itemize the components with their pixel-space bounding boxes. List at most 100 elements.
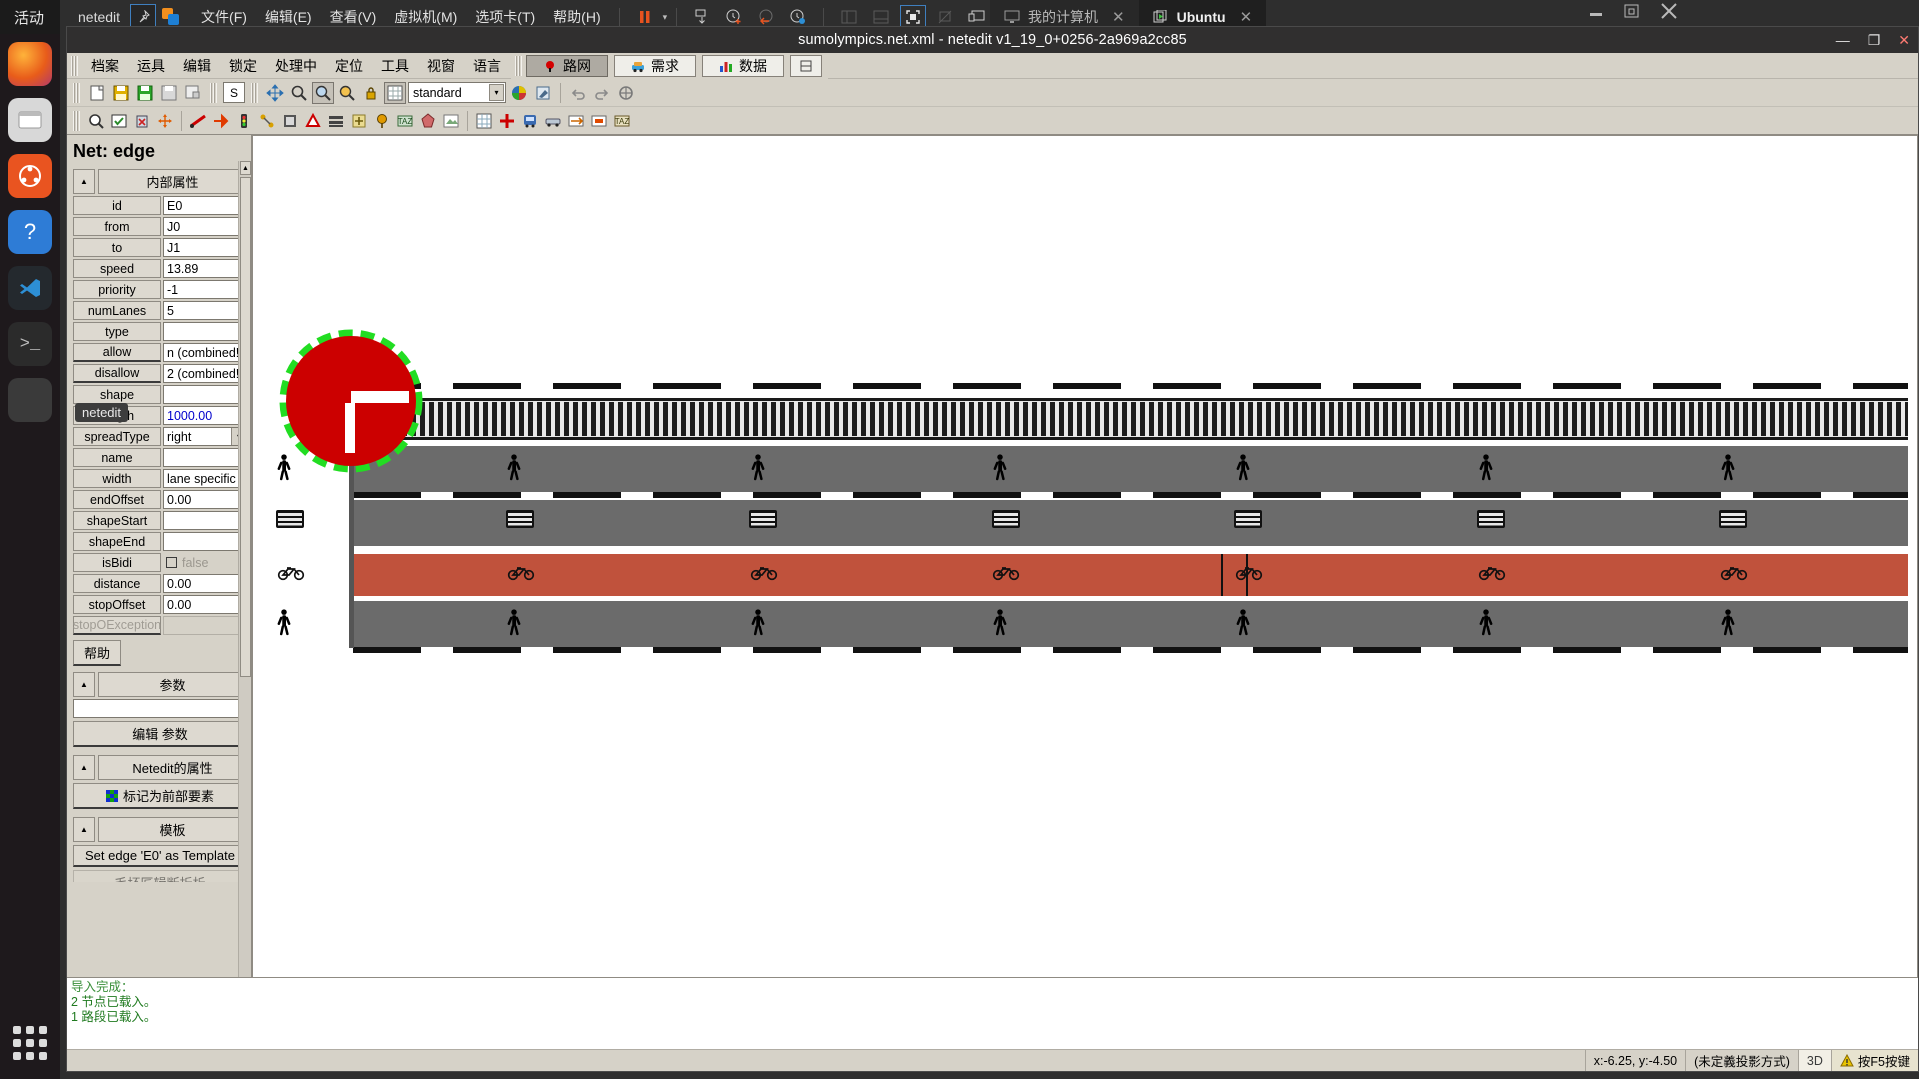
params-group-header[interactable]: ▲ 参数: [73, 672, 247, 697]
vmware-window-buttons[interactable]: [1587, 2, 1679, 20]
grid-icon[interactable]: [384, 81, 406, 104]
close-icon[interactable]: ✕: [1112, 8, 1125, 26]
attr-row-name[interactable]: name: [73, 448, 247, 467]
edit-params-button[interactable]: 编辑 参数: [73, 721, 247, 747]
toolbar-grip[interactable]: [251, 82, 258, 103]
menu-window[interactable]: 视窗: [418, 54, 464, 78]
attr-value-input[interactable]: n (combined!): [163, 343, 247, 362]
set-template-button[interactable]: Set edge 'E0' as Template: [73, 845, 247, 867]
attr-value-input[interactable]: 0.00: [163, 490, 247, 509]
view-scheme-combo[interactable]: standard ▾: [408, 82, 506, 103]
toolbar-grip[interactable]: [73, 110, 80, 131]
traffic-light-icon[interactable]: [233, 110, 255, 132]
menu-vehicle[interactable]: 运具: [128, 54, 174, 78]
poi-icon[interactable]: [371, 110, 393, 132]
dock-item-vscode[interactable]: [8, 266, 52, 310]
minimize-icon[interactable]: [1587, 3, 1605, 19]
vehicle-icon[interactable]: [542, 110, 564, 132]
select-icon[interactable]: [108, 110, 130, 132]
attr-value-input[interactable]: 2 (combined!): [163, 364, 247, 383]
menu-edit[interactable]: 编辑: [174, 54, 220, 78]
grid-toggle-icon[interactable]: [473, 110, 495, 132]
attr-row-id[interactable]: id E0: [73, 196, 247, 215]
dock-item-files[interactable]: [8, 98, 52, 142]
attr-row-from[interactable]: from J0: [73, 217, 247, 236]
compute-icon[interactable]: [615, 82, 637, 104]
collapse-icon[interactable]: ▲: [73, 755, 95, 780]
netedit-window-buttons[interactable]: — ❐ ✕: [1836, 27, 1910, 53]
attr-row-speed[interactable]: speed 13.89: [73, 259, 247, 278]
attr-value-checkbox[interactable]: false: [163, 553, 247, 572]
scroll-up-icon[interactable]: ▲: [240, 161, 251, 175]
decal-icon[interactable]: [440, 110, 462, 132]
new-icon[interactable]: [86, 82, 108, 104]
attr-value-input[interactable]: 0.00: [163, 595, 247, 614]
attr-value-input[interactable]: 1000.00: [163, 406, 247, 425]
public-transport-icon[interactable]: [519, 110, 541, 132]
shape-icon[interactable]: [417, 110, 439, 132]
scrollbar-thumb[interactable]: [240, 177, 251, 677]
help-button[interactable]: 帮助: [73, 640, 122, 666]
toolbar-grip[interactable]: [71, 55, 78, 76]
gnome-dock[interactable]: ? >_: [0, 34, 60, 1079]
junction-icon[interactable]: [496, 110, 518, 132]
collapse-icon[interactable]: ▲: [73, 169, 95, 194]
lane-bicycle[interactable]: [277, 554, 1913, 596]
menu-tools[interactable]: 工具: [372, 54, 418, 78]
attr-row-width[interactable]: width lane specific: [73, 469, 247, 488]
attr-row-type[interactable]: type: [73, 322, 247, 341]
taz2-icon[interactable]: TAZ: [611, 110, 633, 132]
params-input[interactable]: [73, 699, 247, 718]
attr-value-input[interactable]: [163, 322, 247, 341]
vmware-menu-vm[interactable]: 虚拟机(M): [385, 7, 466, 27]
maximize-button[interactable]: ❐: [1868, 32, 1881, 49]
dock-item-software[interactable]: [8, 154, 52, 198]
attr-value-input[interactable]: 5: [163, 301, 247, 320]
vmware-menu-view[interactable]: 查看(V): [321, 7, 386, 27]
attr-value-input[interactable]: [163, 448, 247, 467]
message-log[interactable]: 导入完成： 2 节点已载入。 1 路段已载入。: [67, 977, 1918, 1049]
attr-allow-button[interactable]: allow: [73, 343, 161, 362]
attr-row-spreadtype[interactable]: spreadType right ▾: [73, 427, 247, 446]
panel-scrollbar[interactable]: ▲ ▼: [238, 161, 251, 1071]
menu-processing[interactable]: 处理中: [266, 54, 326, 78]
zoom-extent-icon[interactable]: [336, 82, 358, 104]
scale-text-button[interactable]: S: [223, 82, 245, 103]
restore-icon[interactable]: [1623, 3, 1641, 19]
attr-value-input[interactable]: J1: [163, 238, 247, 257]
move-mode-icon[interactable]: [154, 110, 176, 132]
network-drawing[interactable]: [253, 136, 1913, 876]
attr-value-input[interactable]: [163, 532, 247, 551]
close-button[interactable]: ✕: [1898, 32, 1910, 49]
save-template-icon[interactable]: [182, 82, 204, 104]
network-canvas[interactable]: 0 10m: [253, 136, 1917, 1070]
dock-item-firefox[interactable]: [8, 42, 52, 86]
attr-value-input[interactable]: -1: [163, 280, 247, 299]
attr-value-combo[interactable]: right ▾: [163, 427, 247, 446]
prohibition-icon[interactable]: [279, 110, 301, 132]
toolbar-grip[interactable]: [515, 56, 522, 76]
attr-value-input[interactable]: [163, 385, 247, 404]
supermode-demand[interactable]: 需求: [614, 55, 696, 77]
recolor-icon[interactable]: [532, 82, 554, 104]
toolbar-grip[interactable]: [73, 82, 80, 103]
activities-button[interactable]: 活动: [0, 7, 58, 28]
attr-row-shapeend[interactable]: shapeEnd: [73, 532, 247, 551]
dock-item-help[interactable]: ?: [8, 210, 52, 254]
attr-row-to[interactable]: to J1: [73, 238, 247, 257]
lane-bus[interactable]: [276, 500, 1913, 546]
close-icon[interactable]: ✕: [1240, 8, 1253, 26]
internal-attrs-group-header[interactable]: ▲ 内部属性: [73, 169, 247, 194]
attr-value-input[interactable]: E0: [163, 196, 247, 215]
attr-value-input[interactable]: [163, 511, 247, 530]
attr-row-numlanes[interactable]: numLanes 5: [73, 301, 247, 320]
attr-disallow-button[interactable]: disallow: [73, 364, 161, 383]
connection-icon[interactable]: [256, 110, 278, 132]
menu-file[interactable]: 档案: [82, 54, 128, 78]
attr-value-input[interactable]: 13.89: [163, 259, 247, 278]
vmware-menu-help[interactable]: 帮助(H): [544, 7, 609, 27]
lane-rail[interactable]: [353, 383, 1913, 440]
route-icon[interactable]: [565, 110, 587, 132]
save-all-icon[interactable]: [158, 82, 180, 104]
attr-row-priority[interactable]: priority -1: [73, 280, 247, 299]
